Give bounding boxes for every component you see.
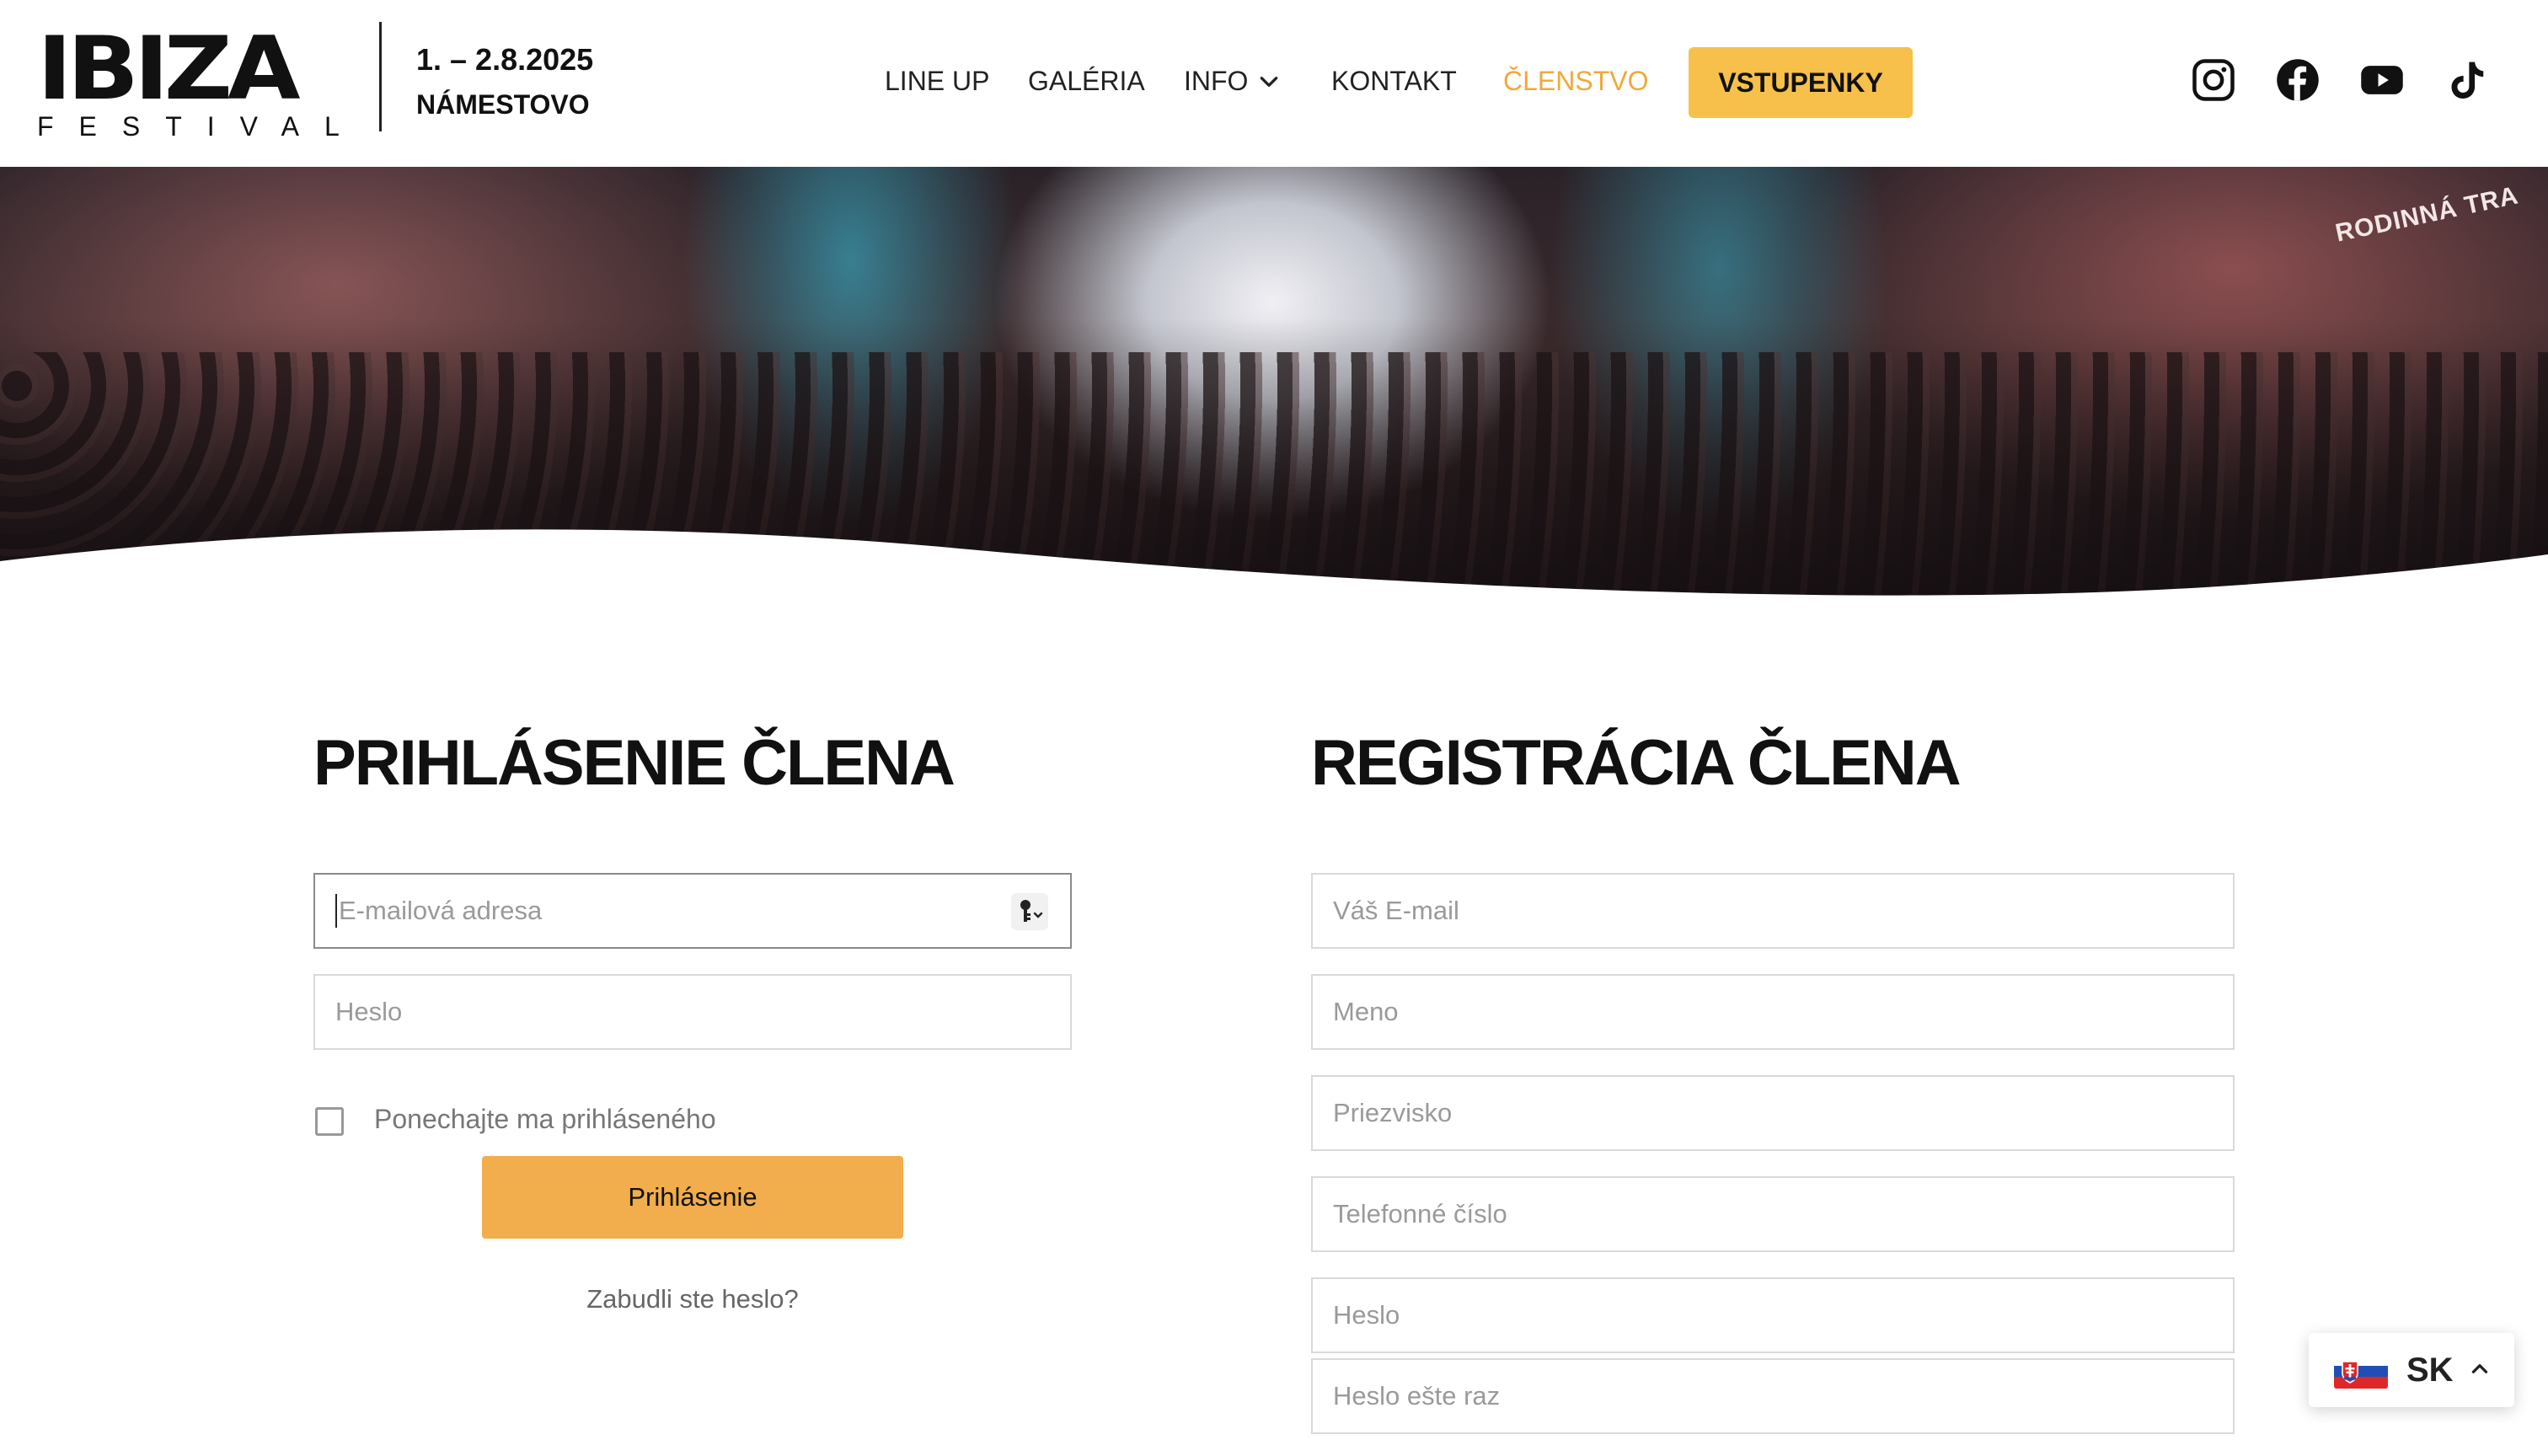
nav-info[interactable]: INFO (1184, 66, 1280, 97)
register-email-field[interactable]: Váš E-mail (1311, 873, 2235, 949)
login-email-field[interactable]: E-mailová adresa (313, 873, 1072, 949)
tiktok-icon[interactable] (2444, 57, 2489, 103)
logo-sub-letters: FESTIVAL (37, 111, 365, 142)
remember-me-label: Ponechajte ma prihláseného (374, 1104, 716, 1134)
logo-sub-text: FESTIVAL (37, 111, 349, 142)
chevron-up-icon (2471, 1364, 2488, 1373)
event-place: NÁMESTOVO (416, 89, 590, 120)
login-submit-button[interactable]: Prihlásenie (482, 1156, 903, 1239)
register-password-confirm-field[interactable]: Heslo ešte raz (1311, 1358, 2235, 1434)
nav-clenstvo[interactable]: ČLENSTVO (1503, 66, 1648, 97)
register-phone-field[interactable]: Telefonné číslo (1311, 1176, 2235, 1252)
youtube-icon[interactable] (2359, 57, 2405, 103)
facebook-icon[interactable] (2275, 57, 2320, 103)
tickets-button[interactable]: VSTUPENKY (1689, 47, 1913, 118)
site-logo[interactable]: IBIZA FESTIVAL (37, 19, 349, 142)
register-password-placeholder: Heslo (1333, 1300, 1400, 1330)
register-password-field[interactable]: Heslo (1311, 1277, 2235, 1353)
register-last-name-placeholder: Priezvisko (1333, 1098, 1453, 1127)
event-date: 1. – 2.8.2025 (416, 42, 594, 77)
forgot-password-link[interactable]: Zabudli ste heslo? (482, 1284, 903, 1314)
register-first-name-field[interactable]: Meno (1311, 974, 2235, 1050)
password-manager-key-icon[interactable] (1011, 893, 1048, 930)
text-caret (335, 894, 337, 928)
register-title: REGISTRÁCIA ČLENA (1311, 727, 1962, 799)
language-switcher[interactable]: SK (2309, 1333, 2514, 1407)
header-divider (379, 22, 382, 131)
login-email-placeholder: E-mailová adresa (339, 896, 543, 925)
register-password-confirm-placeholder: Heslo ešte raz (1333, 1381, 1501, 1410)
hero-banner-text: RODINNÁ TRA (2332, 181, 2521, 248)
login-title: PRIHLÁSENIE ČLENA (313, 727, 956, 799)
chevron-down-icon (1261, 76, 1278, 87)
login-password-field[interactable]: Heslo (313, 974, 1072, 1050)
slovakia-flag-icon (2334, 1355, 2388, 1389)
hero-wave-divider (0, 529, 2548, 624)
instagram-icon[interactable] (2191, 57, 2236, 103)
remember-me-checkbox[interactable] (315, 1107, 344, 1136)
register-phone-placeholder: Telefonné číslo (1333, 1199, 1507, 1228)
nav-info-label: INFO (1184, 66, 1249, 96)
language-code: SK (2406, 1352, 2454, 1389)
login-password-placeholder: Heslo (335, 997, 403, 1026)
register-email-placeholder: Váš E-mail (1333, 896, 1459, 925)
logo-main-text: IBIZA (37, 19, 301, 120)
register-first-name-placeholder: Meno (1333, 997, 1399, 1026)
nav-kontakt[interactable]: KONTAKT (1331, 66, 1457, 97)
nav-galeria[interactable]: GALÉRIA (1028, 66, 1145, 97)
register-last-name-field[interactable]: Priezvisko (1311, 1075, 2235, 1151)
nav-line-up[interactable]: LINE UP (885, 66, 989, 97)
site-header: IBIZA FESTIVAL 1. – 2.8.2025 NÁMESTOVO L… (0, 0, 2548, 167)
